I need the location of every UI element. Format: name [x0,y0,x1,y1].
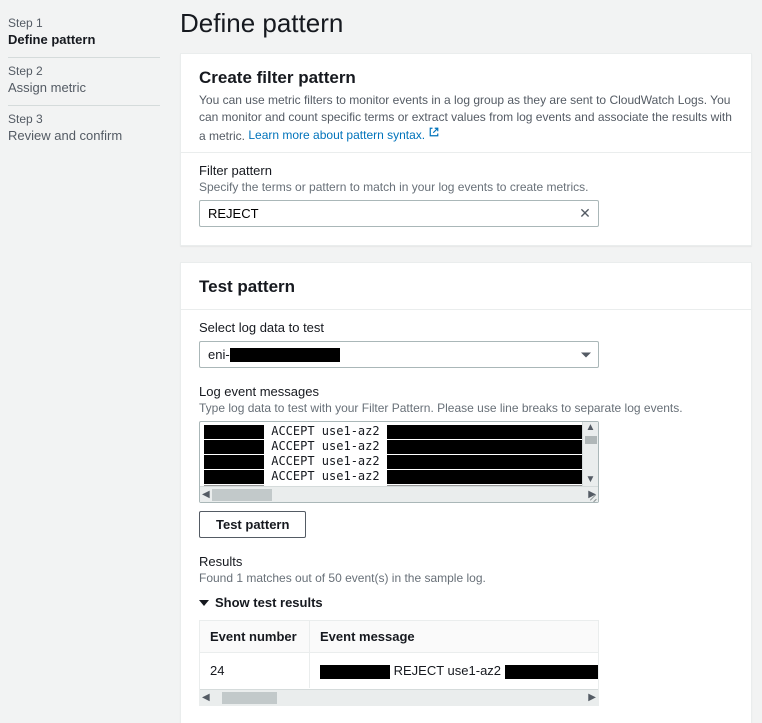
triangle-down-icon [199,600,209,606]
step-1[interactable]: Step 1 Define pattern [8,10,160,58]
resize-handle-icon[interactable] [584,488,598,502]
log-line: ACCEPT use1-az2 [200,469,598,484]
log-line: ACCEPT use1-az2 [200,424,598,439]
create-filter-desc: You can use metric filters to monitor ev… [199,92,733,144]
step-name: Define pattern [8,32,160,47]
scroll-thumb[interactable] [212,489,272,501]
step-name: Assign metric [8,80,160,95]
cell-event-message: REJECT use1-az2 [310,653,598,689]
step-number: Step 1 [8,16,160,30]
step-number: Step 3 [8,112,160,126]
col-event-number: Event number [200,621,310,652]
step-3[interactable]: Step 3 Review and confirm [8,106,160,153]
clear-input-button[interactable]: ✕ [571,200,599,227]
scroll-right-icon: ▶ [586,692,598,703]
test-pattern-panel: Test pattern Select log data to test eni… [180,262,752,723]
step-name: Review and confirm [8,128,160,143]
scroll-down-icon: ▼ [586,474,596,486]
test-pattern-button[interactable]: Test pattern [199,511,306,538]
filter-pattern-hint: Specify the terms or pattern to match in… [199,180,733,194]
filter-pattern-input[interactable] [199,200,599,227]
log-messages-hint: Type log data to test with your Filter P… [199,401,733,415]
select-log-label: Select log data to test [199,320,733,335]
log-events-textarea[interactable]: ACCEPT use1-az2 ACCEPT use1-az2 ACCEPT u… [199,421,599,503]
show-results-toggle[interactable]: Show test results [199,595,733,610]
scroll-left-icon: ◀ [200,692,212,703]
vertical-scrollbar[interactable]: ▲ ▼ [582,422,598,486]
table-horizontal-scrollbar[interactable]: ◀ ▶ [200,689,598,705]
main-content: Define pattern Create filter pattern You… [170,0,762,723]
col-event-message: Event message [310,621,598,652]
log-messages-label: Log event messages [199,384,733,399]
scroll-thumb[interactable] [222,692,277,704]
redacted-text [320,665,390,679]
log-line: ACCEPT use1-az2 [200,439,598,454]
horizontal-scrollbar[interactable]: ◀ ▶ [200,486,598,502]
cell-event-number: 24 [200,653,310,688]
wizard-steps: Step 1 Define pattern Step 2 Assign metr… [0,0,170,723]
external-link-icon [428,126,440,143]
close-icon: ✕ [579,205,591,221]
results-label: Results [199,554,733,569]
page-title: Define pattern [180,8,752,39]
log-line: ACCEPT use1-az2 [200,454,598,469]
table-header: Event number Event message [200,621,598,653]
redacted-text [505,665,598,679]
create-filter-panel: Create filter pattern You can use metric… [180,53,752,246]
test-pattern-title: Test pattern [199,277,733,297]
log-data-select[interactable]: eni- [199,341,599,368]
step-2[interactable]: Step 2 Assign metric [8,58,160,106]
filter-pattern-label: Filter pattern [199,163,733,178]
results-table: Event number Event message 24 REJECT use… [199,620,599,706]
redacted-text [230,348,340,362]
step-number: Step 2 [8,64,160,78]
scroll-up-icon: ▲ [586,422,596,434]
create-filter-title: Create filter pattern [199,68,733,88]
results-hint: Found 1 matches out of 50 event(s) in th… [199,571,733,585]
scroll-thumb[interactable] [585,436,597,444]
learn-more-link[interactable]: Learn more about pattern syntax. [248,128,440,142]
scroll-left-icon: ◀ [200,489,212,500]
table-row: 24 REJECT use1-az2 [200,653,598,689]
chevron-down-icon [581,352,591,357]
